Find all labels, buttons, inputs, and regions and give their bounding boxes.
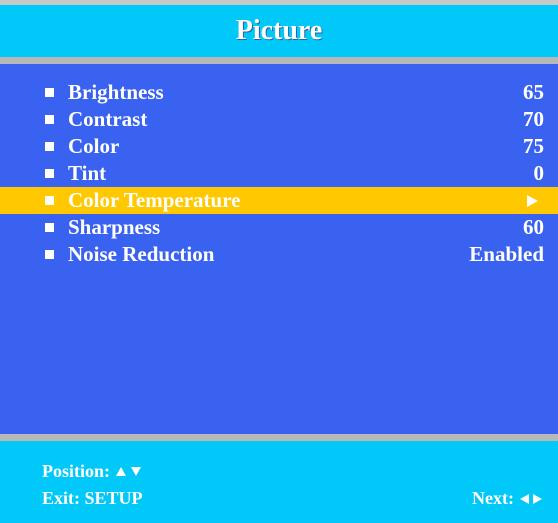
position-label: Position:: [42, 461, 111, 481]
page-title: Picture: [235, 15, 323, 46]
arrow-down-icon: [131, 467, 142, 476]
menu-item-brightness[interactable]: Brightness 65: [0, 79, 558, 106]
next-hint: Next:: [472, 488, 542, 509]
picture-menu: Brightness 65 Contrast 70 Color 75 Tint …: [0, 79, 558, 268]
menu-item-color[interactable]: Color 75: [0, 133, 558, 160]
menu-item-value: Enabled: [469, 242, 544, 266]
menu-item-value: 60: [523, 215, 544, 239]
arrow-left-icon: [520, 493, 529, 504]
title-bar: Picture: [0, 5, 558, 57]
menu-item-label: Sharpness: [68, 215, 161, 239]
menu-item-contrast[interactable]: Contrast 70: [0, 106, 558, 133]
arrow-up-icon: [116, 467, 127, 476]
menu-item-tint[interactable]: Tint 0: [0, 160, 558, 187]
menu-item-label: Noise Reduction: [68, 242, 215, 266]
menu-item-label: Brightness: [68, 80, 164, 104]
next-label: Next:: [472, 488, 514, 508]
menu-item-label: Tint: [68, 161, 107, 185]
osd-menu: Picture Brightness 65 Contrast 70 Color …: [0, 0, 558, 523]
menu-item-label: Contrast: [68, 107, 148, 131]
menu-item-value: 0: [533, 161, 545, 185]
menu-item-label: Color Temperature: [68, 188, 241, 212]
bullet-icon: [45, 115, 54, 124]
menu-item-value: 70: [523, 107, 544, 131]
menu-item-value: 65: [523, 80, 544, 104]
menu-item-label: Color: [68, 134, 120, 158]
bullet-icon: [45, 196, 54, 205]
exit-hint: Exit: SETUP: [42, 488, 143, 509]
menu-item-value: 75: [523, 134, 544, 158]
top-divider: [0, 57, 558, 64]
bullet-icon: [45, 169, 54, 178]
bullet-icon: [45, 88, 54, 97]
arrow-right-icon: [533, 493, 542, 504]
triangle-right-icon: [527, 194, 538, 207]
menu-item-color-temperature[interactable]: Color Temperature: [0, 187, 558, 214]
menu-item-sharpness[interactable]: Sharpness 60: [0, 214, 558, 241]
exit-label: Exit: SETUP: [42, 488, 143, 508]
position-hint: Position:: [42, 461, 142, 482]
bullet-icon: [45, 250, 54, 259]
bullet-icon: [45, 142, 54, 151]
bullet-icon: [45, 223, 54, 232]
menu-item-noise-reduction[interactable]: Noise Reduction Enabled: [0, 241, 558, 268]
bottom-divider: [0, 434, 558, 441]
help-footer: Position: Exit: SETUP Next:: [0, 441, 558, 523]
